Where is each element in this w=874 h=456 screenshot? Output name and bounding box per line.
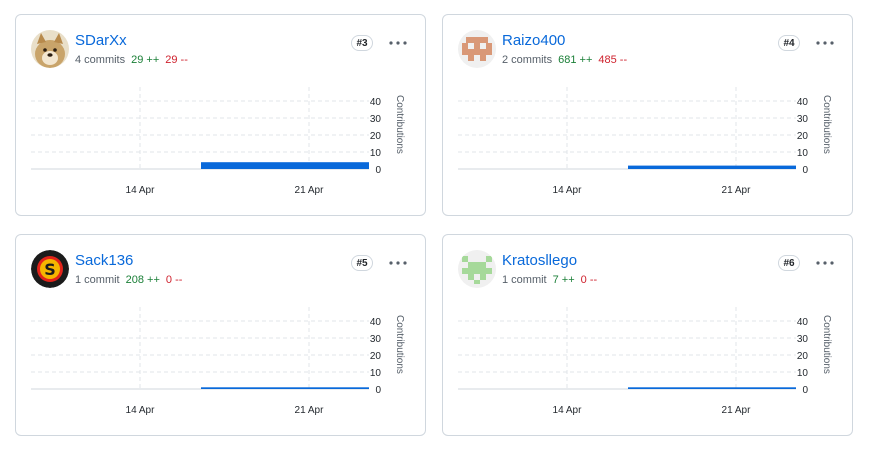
y-tick-label: 10 [370, 148, 382, 159]
y-axis-label: Contributions [394, 95, 405, 154]
y-tick-label: 0 [375, 385, 381, 396]
kebab-horizontal-icon [816, 261, 834, 265]
commit-count[interactable]: 4 commits [75, 54, 125, 66]
more-options-button[interactable] [813, 254, 837, 272]
contribution-chart: 40 30 20 10 0 14 Apr 21 Apr Contributions [458, 307, 832, 416]
contributor-card: Kratosllego 1 commit 7 ++ 0 -- #6 40 30 20 10… [442, 234, 853, 436]
more-options-button[interactable] [386, 254, 410, 272]
deletions-count: 0 -- [580, 274, 598, 286]
rank-badge: #6 [778, 255, 800, 271]
avatar[interactable] [458, 250, 496, 288]
contributor-name[interactable]: Raizo400 [502, 32, 565, 49]
additions-count: 681 ++ [558, 54, 593, 66]
kebab-horizontal-icon [816, 41, 834, 45]
kebab-horizontal-icon [389, 261, 407, 265]
x-tick-label: 21 Apr [295, 405, 325, 416]
more-options-button[interactable] [386, 34, 410, 52]
contributor-name[interactable]: SDarXx [75, 32, 127, 49]
deletions-count: 29 -- [165, 54, 188, 66]
contribution-area [201, 162, 369, 169]
rank-badge: #5 [351, 255, 373, 271]
rank-badge: #3 [351, 35, 373, 51]
additions-count: 29 ++ [131, 54, 160, 66]
contributor-stats: 1 commit 7 ++ 0 -- [502, 274, 597, 286]
contribution-chart: 40 30 20 10 0 14 Apr 21 Apr Contributions [31, 87, 405, 196]
y-tick-label: 20 [797, 351, 809, 362]
s-logo-avatar-icon: S [31, 250, 69, 288]
doge-avatar-icon [31, 30, 69, 68]
y-tick-label: 40 [370, 317, 382, 328]
commit-count[interactable]: 2 commits [502, 54, 552, 66]
y-tick-label: 20 [370, 351, 382, 362]
x-tick-label: 14 Apr [553, 405, 583, 416]
y-tick-label: 30 [797, 114, 809, 125]
y-tick-label: 0 [802, 165, 808, 176]
y-tick-label: 30 [370, 334, 382, 345]
contributor-card: SDarXx 4 commits 29 ++ 29 -- #3 40 30 20 10 0 1… [15, 14, 426, 216]
y-tick-label: 30 [797, 334, 809, 345]
contributor-name[interactable]: Sack136 [75, 252, 133, 269]
y-tick-label: 10 [370, 368, 382, 379]
avatar[interactable] [31, 30, 69, 68]
x-tick-label: 14 Apr [553, 185, 583, 196]
deletions-count: 0 -- [165, 274, 183, 286]
x-tick-label: 14 Apr [126, 405, 156, 416]
kebab-horizontal-icon [389, 41, 407, 45]
x-tick-label: 21 Apr [722, 185, 752, 196]
commit-count[interactable]: 1 commit [75, 274, 120, 286]
avatar[interactable]: S [31, 250, 69, 288]
y-tick-label: 10 [797, 368, 809, 379]
contribution-chart: 40 30 20 10 0 14 Apr 21 Apr Contributions [31, 307, 405, 416]
contribution-chart: 40 30 20 10 0 14 Apr 21 Apr Contributions [458, 87, 832, 196]
contributor-card: Raizo400 2 commits 681 ++ 485 -- #4 40 30 20… [442, 14, 853, 216]
additions-count: 7 ++ [552, 274, 575, 286]
y-axis-label: Contributions [821, 315, 832, 374]
y-tick-label: 0 [802, 385, 808, 396]
avatar[interactable] [458, 30, 496, 68]
y-axis-label: Contributions [821, 95, 832, 154]
commit-count[interactable]: 1 commit [502, 274, 547, 286]
contribution-area [201, 387, 369, 389]
contributor-stats: 4 commits 29 ++ 29 -- [75, 54, 188, 66]
contribution-area [628, 387, 796, 389]
more-options-button[interactable] [813, 34, 837, 52]
pixel-invader-avatar-icon [458, 30, 496, 68]
contributor-stats: 1 commit 208 ++ 0 -- [75, 274, 182, 286]
y-tick-label: 40 [797, 97, 809, 108]
y-tick-label: 20 [797, 131, 809, 142]
y-tick-label: 40 [797, 317, 809, 328]
x-tick-label: 21 Apr [295, 185, 325, 196]
additions-count: 208 ++ [125, 274, 160, 286]
y-tick-label: 30 [370, 114, 382, 125]
contributor-name[interactable]: Kratosllego [502, 252, 577, 269]
y-tick-label: 0 [375, 165, 381, 176]
x-tick-label: 21 Apr [722, 405, 752, 416]
y-axis-label: Contributions [394, 315, 405, 374]
contributor-card: S Sack136 1 commit 208 ++ 0 -- #5 40 30 20 10… [15, 234, 426, 436]
y-tick-label: 40 [370, 97, 382, 108]
contribution-area [628, 165, 796, 169]
deletions-count: 485 -- [598, 54, 628, 66]
rank-badge: #4 [778, 35, 800, 51]
x-tick-label: 14 Apr [126, 185, 156, 196]
svg-text:S: S [44, 260, 56, 279]
y-tick-label: 20 [370, 131, 382, 142]
contributor-stats: 2 commits 681 ++ 485 -- [502, 54, 627, 66]
pixel-identicon-avatar-icon [458, 250, 496, 288]
y-tick-label: 10 [797, 148, 809, 159]
